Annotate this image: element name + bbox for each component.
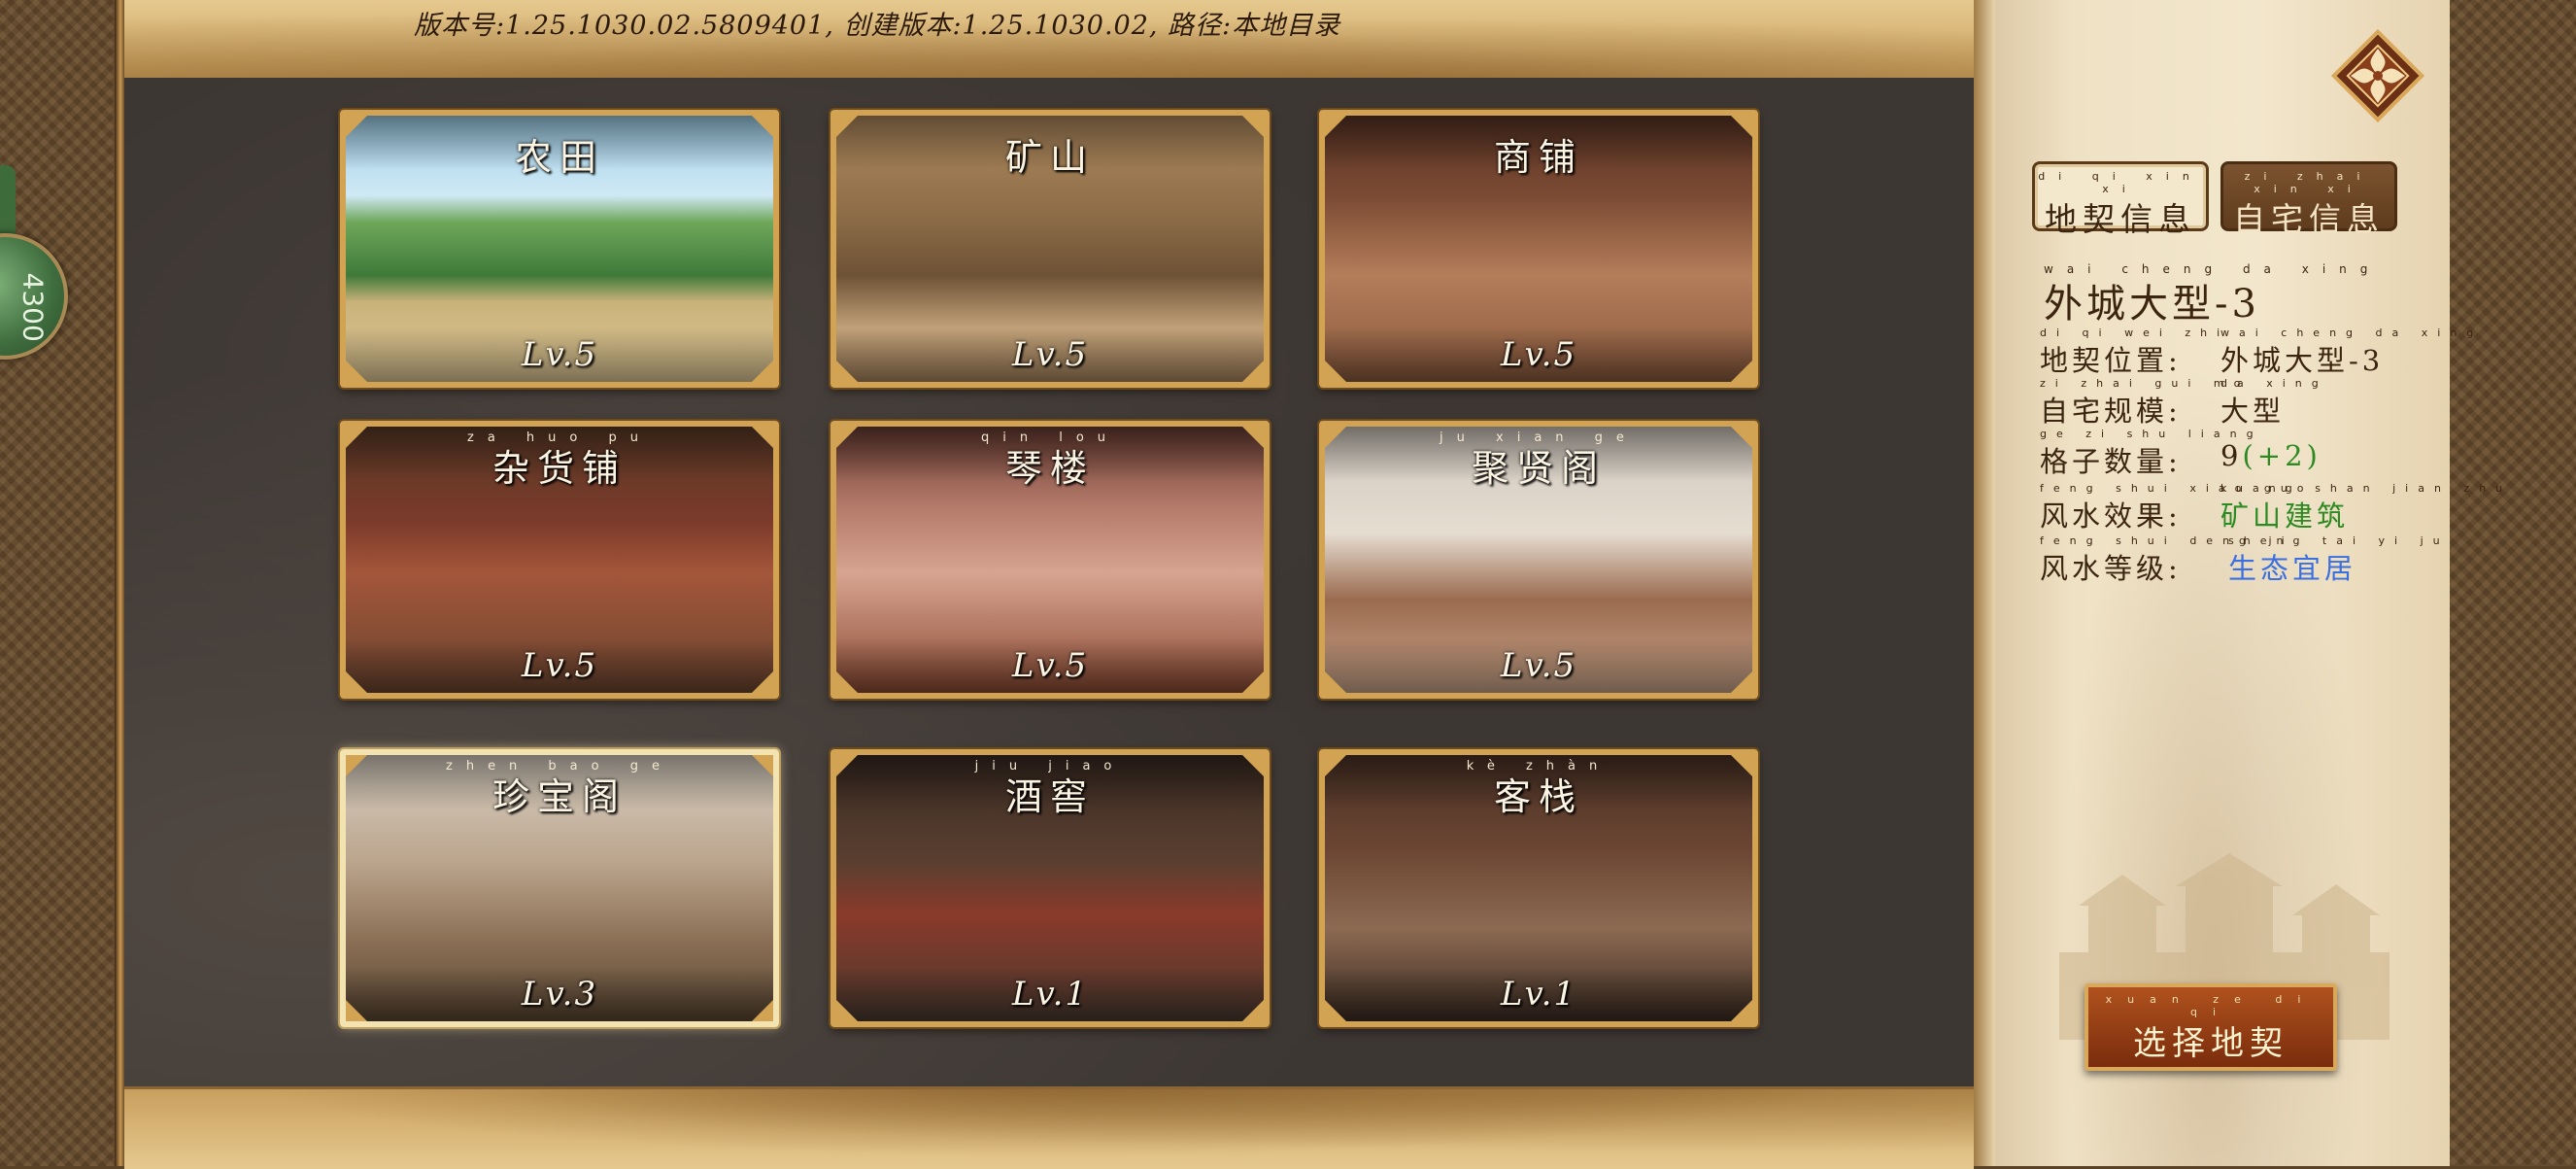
property-level: Lv.5 bbox=[1500, 646, 1577, 685]
row-label: 自宅规模: bbox=[2040, 395, 2182, 428]
property-card-talent-hall[interactable]: ju xian ge 聚贤阁 Lv.5 bbox=[1319, 421, 1758, 699]
info-row-fengshui-level: feng shui deng ji 风水等级: sheng tai yi ju … bbox=[2040, 534, 2440, 587]
property-name: 商铺 bbox=[1493, 136, 1583, 179]
button-label: 选择地契 bbox=[2133, 1024, 2288, 1063]
info-row-location: di qi wei zhi 地契位置: wai cheng da xing 外城… bbox=[2040, 327, 2473, 379]
info-row-fengshui-effect: feng shui xiao guo 风水效果: kuang shan jian… bbox=[2040, 482, 2502, 534]
row-value-pinyin: da xing bbox=[2220, 377, 2328, 390]
row-value-pinyin: sheng tai yi ju bbox=[2228, 534, 2450, 547]
property-card-mine[interactable]: 矿山 Lv.5 bbox=[830, 110, 1270, 388]
property-level: Lv.5 bbox=[1500, 335, 1577, 374]
select-deed-button[interactable]: xuan ze di qi 选择地契 bbox=[2085, 983, 2337, 1071]
property-card-treasure-hall[interactable]: zhen bao ge 珍宝阁 Lv.3 bbox=[340, 749, 779, 1027]
outer-frame-left bbox=[0, 0, 121, 1166]
property-name: 聚贤阁 bbox=[1471, 447, 1606, 490]
info-title: 外城大型-3 bbox=[2044, 282, 2260, 327]
row-value: 大型 bbox=[2220, 395, 2286, 428]
property-level: Lv.3 bbox=[521, 975, 598, 1014]
info-row-scale: zi zhai gui mo 自宅规模: da xing 大型 bbox=[2040, 377, 2319, 430]
row-value: 外城大型-3 bbox=[2220, 344, 2385, 377]
outer-frame-right bbox=[2446, 0, 2576, 1166]
property-name: 珍宝阁 bbox=[491, 775, 627, 818]
row-value-bonus: (+2) bbox=[2242, 439, 2322, 472]
property-level: Lv.5 bbox=[521, 646, 598, 685]
tab-deed-info[interactable]: di qi xin xi 地契信息 bbox=[2032, 161, 2209, 238]
row-label: 格子数量: bbox=[2040, 445, 2182, 478]
property-name: 琴楼 bbox=[1004, 447, 1095, 490]
tab-label: 自宅信息 bbox=[2233, 200, 2385, 238]
bottom-banner bbox=[124, 1086, 1974, 1169]
row-value: 9 bbox=[2220, 439, 2243, 472]
row-label-pinyin: zi zhai gui mo bbox=[2040, 377, 2251, 390]
property-card-grocery[interactable]: za huo pu 杂货铺 Lv.5 bbox=[340, 421, 779, 699]
property-name: 客栈 bbox=[1493, 775, 1583, 818]
row-label: 地契位置: bbox=[2040, 344, 2182, 377]
tab-pinyin: zi zhai xin xi bbox=[2244, 170, 2374, 195]
tab-pinyin: di qi xin xi bbox=[2038, 170, 2203, 195]
property-level: Lv.5 bbox=[1011, 335, 1089, 374]
property-name: 矿山 bbox=[1004, 136, 1095, 179]
info-panel-edge bbox=[1974, 0, 1995, 1166]
row-value-pinyin: kuang shan jian zhu bbox=[2220, 482, 2513, 495]
property-card-farmland[interactable]: 农田 Lv.5 bbox=[340, 110, 779, 388]
row-label: 风水等级: bbox=[2040, 552, 2182, 585]
tab-label: 地契信息 bbox=[2045, 200, 2196, 238]
tab-home-info[interactable]: zi zhai xin xi 自宅信息 bbox=[2220, 161, 2397, 238]
row-value: 矿山建筑 bbox=[2220, 499, 2350, 533]
close-button[interactable] bbox=[2329, 27, 2426, 124]
property-name: 杂货铺 bbox=[491, 447, 627, 490]
top-banner: 版本号:1.25.1030.02.5809401, 创建版本:1.25.1030… bbox=[124, 0, 1974, 81]
property-card-inn[interactable]: kè zhàn 客栈 Lv.1 bbox=[1319, 749, 1758, 1027]
version-text: 版本号:1.25.1030.02.5809401, 创建版本:1.25.1030… bbox=[414, 11, 1341, 41]
row-value: 生态宜居 bbox=[2228, 552, 2357, 585]
property-card-shop[interactable]: 商铺 Lv.5 bbox=[1319, 110, 1758, 388]
property-level: Lv.1 bbox=[1011, 975, 1089, 1014]
row-label-pinyin: di qi wei zhi bbox=[2040, 327, 2230, 339]
info-row-slots: ge zi shu liang 格子数量: 9(+2) bbox=[2040, 428, 2318, 480]
property-card-music-house[interactable]: qin lou 琴楼 Lv.5 bbox=[830, 421, 1270, 699]
property-card-wine-cellar[interactable]: jiu jiao 酒窖 Lv.1 bbox=[830, 749, 1270, 1027]
side-badge-value: 4300 bbox=[17, 272, 50, 342]
property-level: Lv.1 bbox=[1500, 975, 1577, 1014]
property-level: Lv.5 bbox=[521, 335, 598, 374]
property-name: 酒窖 bbox=[1004, 775, 1095, 818]
close-icon bbox=[2330, 28, 2425, 123]
property-name: 农田 bbox=[514, 136, 604, 179]
row-value-pinyin: wai cheng da xing bbox=[2220, 327, 2484, 339]
property-level: Lv.5 bbox=[1011, 646, 1089, 685]
row-label: 风水效果: bbox=[2040, 499, 2182, 533]
button-pinyin: xuan ze di qi bbox=[2105, 993, 2317, 1018]
